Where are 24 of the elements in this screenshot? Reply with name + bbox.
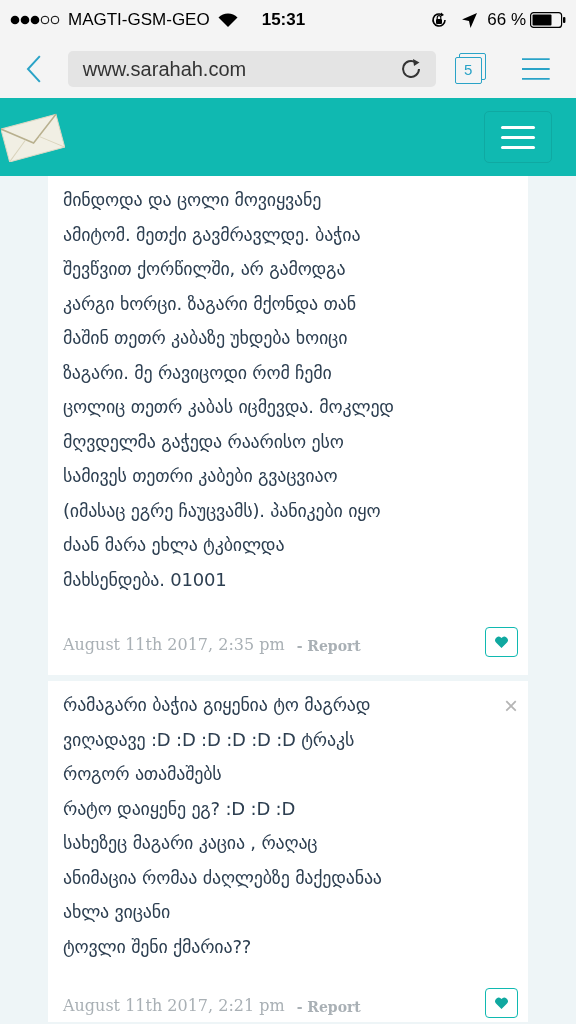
report-link[interactable]: - Report <box>296 997 361 1018</box>
like-button[interactable] <box>485 988 518 1018</box>
address-bar[interactable]: www.sarahah.com <box>67 51 436 87</box>
menu-button[interactable] <box>484 111 552 163</box>
wifi-icon <box>217 13 238 27</box>
close-button[interactable]: × <box>504 694 518 718</box>
reload-icon[interactable] <box>399 58 422 80</box>
signal-icon <box>10 15 62 25</box>
battery-icon <box>530 12 566 28</box>
heart-icon <box>495 636 508 648</box>
message-date: August 11th 2017, 2:35 pm <box>63 634 285 656</box>
like-button[interactable] <box>485 627 518 657</box>
message-date: August 11th 2017, 2:21 pm <box>63 995 285 1017</box>
message-text: მინდოდა და ცოლი მოვიყვანე ამიტომ. მეთქი გავმრავლდე. ბაჭია შევწვით ქორწილში, არ გამოდგა კარგი ხორცი. ზაგარი მქონდა თან მაშინ თეთრ კაბაზე უხდება ხოიცი ზაგარი. მე რავიცოდი რომ ჩემი ცოლიც თეთრ კაბას იცმევდა. მოკლედ მღვდელმა გაჭედა რაარისო ესო სამივეს თეთრი კაბები გვაცვიაო (იმასაც ეგრე ჩაუცვამს). პანიკები იყო ძაან მარა ეხლა ტკბილდა მახსენდება. 01001 <box>63 188 394 592</box>
heart-icon <box>495 997 508 1009</box>
rotation-lock-icon <box>430 11 449 29</box>
back-chevron-icon[interactable] <box>26 55 42 83</box>
message-text: რამაგარი ბაჭია გიყენია ტო მაგრად ვიღადავე :D :D :D :D :D :D ტრაკს როგორ ათამაშებს რატო დაიყენე ეგ? :D :D :D სახეზეც მაგარი კაცია , რაღაც ანიმაცია რომაა ძაღლებზე მაქედანაა ახლა ვიცანი ტოვლი შენი ქმარია?? <box>63 693 382 959</box>
battery-percentage: 66 % <box>487 9 526 32</box>
clock-time: 15:31 <box>261 9 306 32</box>
report-link[interactable]: - Report <box>296 636 361 657</box>
location-arrow-icon <box>462 12 478 28</box>
menu-icon[interactable] <box>522 58 550 80</box>
carrier-name: MAGTI-GSM-GEO <box>68 9 210 32</box>
